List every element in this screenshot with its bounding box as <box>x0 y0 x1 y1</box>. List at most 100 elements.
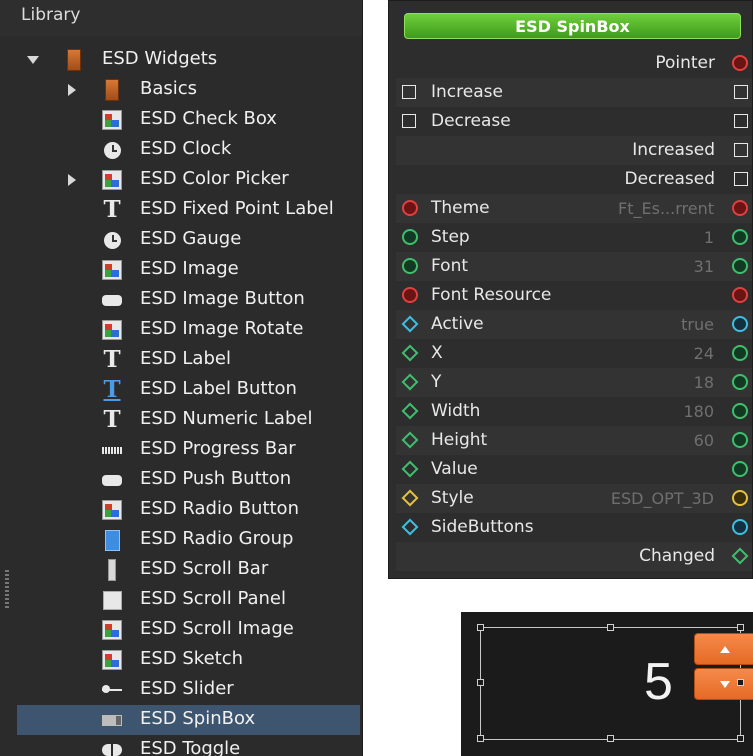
output-port-circle-green-icon[interactable] <box>732 258 748 274</box>
property-value[interactable]: Ft_Es...rrent <box>618 199 714 218</box>
node-title[interactable]: ESD SpinBox <box>404 13 741 39</box>
node-property-row[interactable]: Increase <box>396 78 752 107</box>
node-property-row[interactable]: SideButtons <box>396 513 752 542</box>
property-value[interactable]: 31 <box>694 257 714 276</box>
tree-item[interactable]: ESD Image Rotate <box>17 315 360 345</box>
resize-handle[interactable] <box>607 735 614 742</box>
node-property-row[interactable]: Font Resource <box>396 281 752 310</box>
collapse-arrow-icon[interactable] <box>68 174 76 186</box>
output-port-square-icon[interactable] <box>734 85 748 99</box>
resize-handle[interactable] <box>607 624 614 631</box>
output-port-circle-red-icon[interactable] <box>732 287 748 303</box>
node-property-row[interactable]: Increased <box>396 136 752 165</box>
tree-item[interactable]: T ESD Numeric Label <box>17 405 360 435</box>
resize-handle[interactable] <box>477 679 484 686</box>
tree-item[interactable]: ESD Progress Bar <box>17 435 360 465</box>
output-port-circle-cyan-icon[interactable] <box>732 316 748 332</box>
input-port-diamond-green-icon[interactable] <box>401 344 419 362</box>
input-port-diamond-green-icon[interactable] <box>401 373 419 391</box>
node-property-row[interactable]: Width 180 <box>396 397 752 426</box>
tree-item[interactable]: ESD Push Button <box>17 465 360 495</box>
tree-item[interactable]: T ESD Label <box>17 345 360 375</box>
tree-item[interactable]: ESD SpinBox <box>17 705 360 735</box>
node-property-row[interactable]: Decrease <box>396 107 752 136</box>
node-panel[interactable]: ESD SpinBox Pointer Increase Decrease Incre… <box>388 0 753 579</box>
output-port-circle-green-icon[interactable] <box>732 461 748 477</box>
tree-item[interactable]: ESD Color Picker <box>17 165 360 195</box>
selection-box[interactable]: 5 <box>480 627 753 740</box>
property-value[interactable]: 18 <box>694 373 714 392</box>
resize-handle[interactable] <box>737 679 744 686</box>
node-property-row[interactable]: Pointer <box>396 49 752 78</box>
input-port-square-icon[interactable] <box>402 85 416 99</box>
tree-item[interactable]: T ESD Fixed Point Label <box>17 195 360 225</box>
input-port-circle-green-icon[interactable] <box>402 229 418 245</box>
tree-item[interactable]: ESD Clock <box>17 135 360 165</box>
resize-handle[interactable] <box>737 735 744 742</box>
input-port-diamond-cyan-icon[interactable] <box>401 315 419 333</box>
tree-item[interactable]: Basics <box>17 75 360 105</box>
input-port-circle-red-icon[interactable] <box>402 200 418 216</box>
node-property-row[interactable]: Font 31 <box>396 252 752 281</box>
output-port-circle-yellow-icon[interactable] <box>732 490 748 506</box>
property-value[interactable]: 1 <box>704 228 714 247</box>
property-value[interactable]: ESD_OPT_3D <box>611 489 714 508</box>
property-value[interactable]: 24 <box>694 344 714 363</box>
tree-item[interactable]: ESD Image <box>17 255 360 285</box>
tree-item[interactable]: ESD Radio Group <box>17 525 360 555</box>
property-value[interactable]: 180 <box>683 402 714 421</box>
tree-item[interactable]: ESD Image Button <box>17 285 360 315</box>
resize-handle[interactable] <box>737 624 744 631</box>
node-property-row[interactable]: Active true <box>396 310 752 339</box>
tree-item[interactable]: ESD Scroll Image <box>17 615 360 645</box>
tree-item[interactable]: ESD Widgets <box>17 45 360 75</box>
tree-item[interactable]: ESD Slider <box>17 675 360 705</box>
output-port-circle-cyan-icon[interactable] <box>732 519 748 535</box>
node-property-row[interactable]: Value <box>396 455 752 484</box>
expand-arrow-icon[interactable] <box>27 56 39 64</box>
collapse-arrow-icon[interactable] <box>68 84 76 96</box>
node-property-row[interactable]: X 24 <box>396 339 752 368</box>
tree-item[interactable]: ESD Scroll Panel <box>17 585 360 615</box>
input-port-diamond-yellow-icon[interactable] <box>401 489 419 507</box>
output-port-circle-green-icon[interactable] <box>732 432 748 448</box>
output-port-circle-green-icon[interactable] <box>732 374 748 390</box>
output-port-circle-green-icon[interactable] <box>732 345 748 361</box>
spin-down-button[interactable] <box>694 668 753 700</box>
tree-item[interactable]: ESD Toggle <box>17 735 360 756</box>
node-property-row[interactable]: Step 1 <box>396 223 752 252</box>
node-property-row[interactable]: Theme Ft_Es...rrent <box>396 194 752 223</box>
node-property-row[interactable]: Style ESD_OPT_3D <box>396 484 752 513</box>
input-port-square-icon[interactable] <box>402 114 416 128</box>
output-port-square-icon[interactable] <box>734 172 748 186</box>
property-value[interactable]: 60 <box>694 431 714 450</box>
tree-item[interactable]: ESD Gauge <box>17 225 360 255</box>
output-port-circle-green-icon[interactable] <box>732 403 748 419</box>
input-port-circle-green-icon[interactable] <box>402 258 418 274</box>
input-port-diamond-green-icon[interactable] <box>401 460 419 478</box>
output-port-square-icon[interactable] <box>734 143 748 157</box>
output-port-diamond-green-icon[interactable] <box>731 547 749 565</box>
output-port-circle-red-icon[interactable] <box>732 200 748 216</box>
tree-item[interactable]: ESD Sketch <box>17 645 360 675</box>
input-port-diamond-green-icon[interactable] <box>401 431 419 449</box>
input-port-circle-red-icon[interactable] <box>402 287 418 303</box>
output-port-square-icon[interactable] <box>734 114 748 128</box>
panel-resize-grip[interactable] <box>5 570 9 610</box>
tree-item[interactable]: ESD Check Box <box>17 105 360 135</box>
tree-item[interactable]: ESD Scroll Bar <box>17 555 360 585</box>
spinbox-preview[interactable]: 5 <box>461 612 753 756</box>
property-value[interactable]: true <box>681 315 714 334</box>
node-property-row[interactable]: Height 60 <box>396 426 752 455</box>
spin-up-button[interactable] <box>694 633 753 665</box>
tree-item[interactable]: ESD Radio Button <box>17 495 360 525</box>
input-port-diamond-cyan-icon[interactable] <box>401 518 419 536</box>
resize-handle[interactable] <box>477 735 484 742</box>
tree-item[interactable]: T ESD Label Button <box>17 375 360 405</box>
output-port-circle-red-icon[interactable] <box>732 55 748 71</box>
resize-handle[interactable] <box>477 624 484 631</box>
node-property-row[interactable]: Decreased <box>396 165 752 194</box>
node-property-row[interactable]: Y 18 <box>396 368 752 397</box>
input-port-diamond-green-icon[interactable] <box>401 402 419 420</box>
node-property-row[interactable]: Changed <box>396 542 752 571</box>
